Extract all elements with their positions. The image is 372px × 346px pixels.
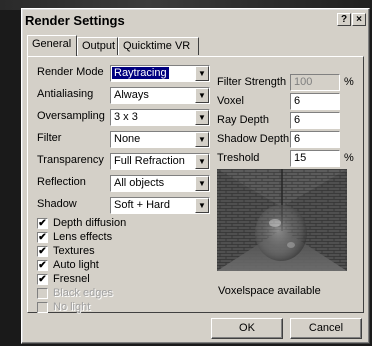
ok-button[interactable]: OK (211, 318, 283, 339)
filter-select[interactable]: None ▼ (110, 131, 210, 148)
filter-value: None (114, 133, 141, 145)
transparency-value: Full Refraction (114, 155, 185, 167)
render-settings-dialog: Render Settings ? × General Output Quick… (21, 8, 370, 344)
oversampling-value: 3 x 3 (114, 111, 138, 123)
checkbox-label: Auto light (53, 259, 99, 271)
triangle-down-icon: ▼ (195, 132, 209, 147)
ray-depth-field[interactable]: 6 (290, 112, 340, 129)
filter-label: Filter (37, 132, 62, 144)
triangle-down-icon: ▼ (195, 88, 209, 103)
ray-depth-value: 6 (294, 114, 301, 126)
checkmark-icon: ✔ (37, 260, 48, 271)
dialog-title: Render Settings (25, 13, 125, 28)
oversampling-label: Oversampling (37, 110, 105, 122)
tab-quicktime-vr[interactable]: Quicktime VR (118, 37, 199, 55)
checkmark-icon: ✔ (37, 274, 48, 285)
checkmark-icon: ✔ (37, 218, 48, 229)
triangle-down-icon: ▼ (195, 198, 209, 213)
render-mode-label: Render Mode (37, 66, 104, 78)
tab-output[interactable]: Output (77, 37, 118, 55)
treshold-label: Treshold (217, 152, 260, 164)
treshold-value: 15 (294, 152, 307, 164)
checkbox-box (37, 302, 48, 313)
antialiasing-label: Antialiasing (37, 88, 94, 100)
shadow-depth-label: Shadow Depth (217, 133, 290, 145)
help-button[interactable]: ? (337, 13, 351, 26)
transparency-label: Transparency (37, 154, 104, 166)
treshold-unit: % (344, 152, 354, 164)
filter-strength-unit: % (344, 76, 354, 88)
reflection-value: All objects (114, 177, 165, 189)
voxel-value: 6 (294, 95, 301, 107)
checkbox-label: Black edges (53, 287, 113, 299)
triangle-down-icon: ▼ (195, 110, 209, 125)
render-preview (217, 169, 347, 271)
shadow-label: Shadow (37, 198, 77, 210)
cancel-button[interactable]: Cancel (290, 318, 362, 339)
checkbox-label: Lens effects (53, 231, 113, 243)
shadow-select[interactable]: Soft + Hard ▼ (110, 197, 210, 214)
treshold-field[interactable]: 15 (290, 150, 340, 167)
oversampling-select[interactable]: 3 x 3 ▼ (110, 109, 210, 126)
checkbox-label: No light (53, 301, 91, 313)
render-mode-value: Raytracing (112, 67, 169, 79)
ray-depth-label: Ray Depth (217, 114, 269, 126)
checkmark-icon: ✔ (37, 246, 48, 257)
checkmark-icon: ✔ (37, 232, 48, 243)
transparency-select[interactable]: Full Refraction ▼ (110, 153, 210, 170)
voxel-field[interactable]: 6 (290, 93, 340, 110)
filter-strength-value: 100 (294, 76, 313, 88)
checkbox-box (37, 288, 48, 299)
triangle-down-icon: ▼ (195, 66, 209, 81)
checkbox-label: Depth diffusion (53, 217, 127, 229)
reflection-label: Reflection (37, 176, 86, 188)
title-bar: Render Settings ? × (24, 11, 367, 31)
close-button[interactable]: × (352, 13, 366, 26)
voxel-label: Voxel (217, 95, 244, 107)
checkbox-label: Textures (53, 245, 95, 257)
tab-general[interactable]: General (27, 35, 77, 56)
shadow-value: Soft + Hard (114, 199, 170, 211)
antialiasing-select[interactable]: Always ▼ (110, 87, 210, 104)
triangle-down-icon: ▼ (195, 176, 209, 191)
shadow-depth-value: 6 (294, 133, 301, 145)
render-mode-select[interactable]: Raytracing ▼ (110, 65, 210, 82)
general-panel: Render Mode Raytracing ▼ Antialiasing Al… (27, 56, 364, 313)
filter-strength-field: 100 (290, 74, 340, 91)
shadow-depth-field[interactable]: 6 (290, 131, 340, 148)
triangle-down-icon: ▼ (195, 154, 209, 169)
filter-strength-label: Filter Strength (217, 76, 287, 88)
checkbox-label: Fresnel (53, 273, 90, 285)
status-text: Voxelspace available (218, 285, 321, 297)
reflection-select[interactable]: All objects ▼ (110, 175, 210, 192)
antialiasing-value: Always (114, 89, 149, 101)
